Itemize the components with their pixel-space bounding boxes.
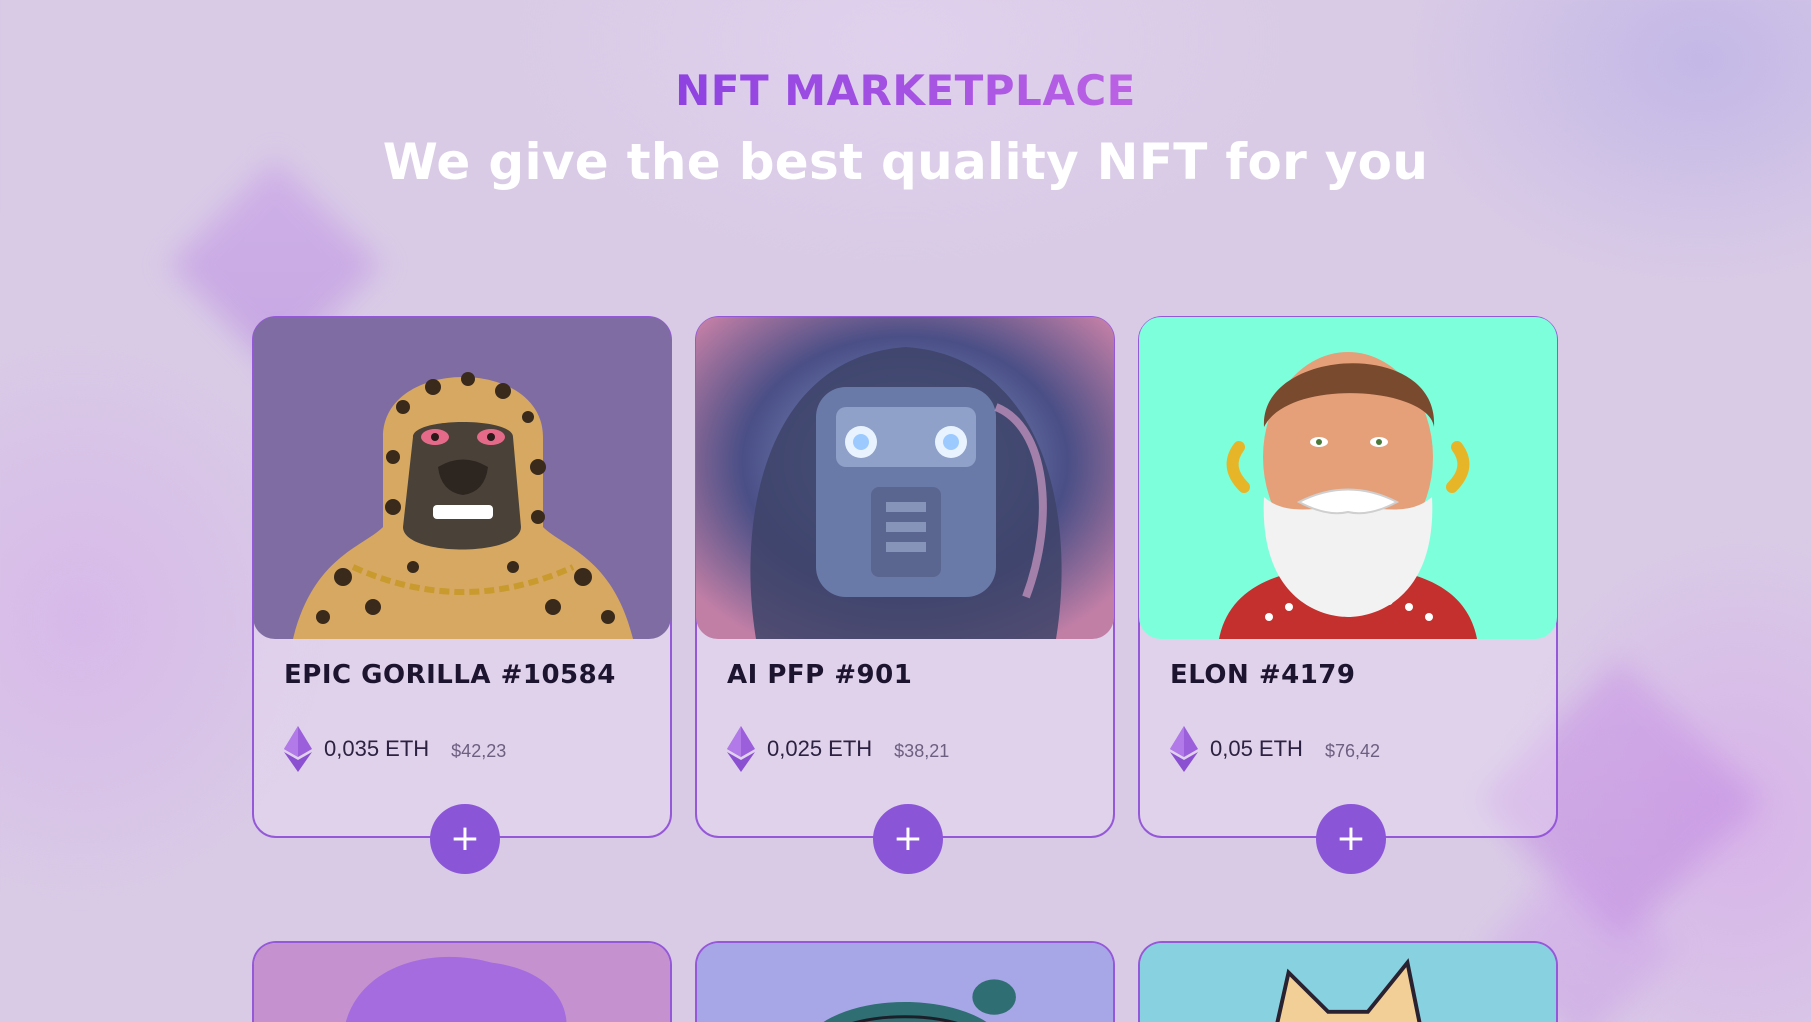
nft-card-partial[interactable]: [695, 941, 1115, 1022]
usd-price: $76,42: [1324, 740, 1380, 761]
nft-card[interactable]: EPIC GORILLA #10584 0,035 ETH $42,23 +: [252, 316, 672, 874]
plus-icon: +: [449, 818, 481, 859]
leopard-gorilla-art[interactable]: [253, 317, 671, 639]
plus-icon: +: [1335, 818, 1367, 859]
nft-name: AI PFP #901: [727, 660, 913, 690]
page-header: NFT MARKETPLACE We give the best quality…: [0, 66, 1811, 191]
usd-price: $38,21: [894, 740, 950, 761]
nft-price: 0,035 ETH $42,23: [284, 726, 506, 772]
nft-card[interactable]: AI PFP #901 0,025 ETH $38,21 +: [695, 316, 1115, 874]
nft-card-partial[interactable]: [1138, 941, 1558, 1022]
page-title: We give the best quality NFT for you: [382, 133, 1429, 191]
eth-price: 0,035 ETH: [324, 736, 430, 761]
eth-price: 0,05 ETH: [1210, 736, 1303, 761]
add-button[interactable]: +: [430, 804, 500, 874]
nft-card-partial[interactable]: [252, 941, 672, 1022]
teal-hair-art: [697, 943, 1113, 1022]
ethereum-icon: [727, 726, 755, 772]
robot-face-art[interactable]: [696, 317, 1114, 639]
section-eyebrow: NFT MARKETPLACE: [0, 66, 1811, 115]
nft-name: EPIC GORILLA #10584: [284, 660, 616, 690]
nft-price: 0,025 ETH $38,21: [727, 726, 949, 772]
cat-art: [1140, 943, 1556, 1022]
usd-price: $42,23: [451, 740, 507, 761]
eth-price: 0,025 ETH: [767, 736, 873, 761]
nft-price: 0,05 ETH $76,42: [1170, 726, 1380, 772]
nft-card[interactable]: ELON #4179 0,05 ETH $76,42 +: [1138, 316, 1558, 874]
add-button[interactable]: +: [1316, 804, 1386, 874]
add-button[interactable]: +: [873, 804, 943, 874]
ethereum-icon: [1170, 726, 1198, 772]
plus-icon: +: [892, 818, 924, 859]
purple-hair-art: [254, 943, 670, 1022]
ethereum-icon: [284, 726, 312, 772]
nft-name: ELON #4179: [1170, 660, 1356, 690]
bearded-man-art[interactable]: [1139, 317, 1557, 639]
